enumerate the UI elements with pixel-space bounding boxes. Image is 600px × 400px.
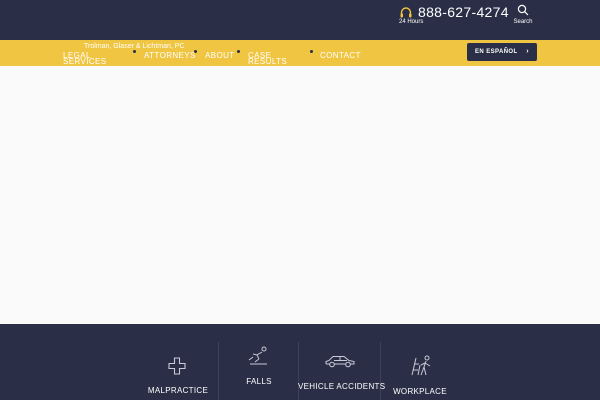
nav-separator-dot xyxy=(133,50,136,53)
firm-logo-text[interactable]: Trolman, Glaser & Lichtman, PC xyxy=(84,43,185,50)
search-icon xyxy=(517,4,529,16)
phone-contact[interactable]: 888-627-4274 24 Hours xyxy=(398,4,508,38)
en-espanol-button[interactable]: EN ESPAÑOL › xyxy=(467,43,537,61)
practice-label-malpractice[interactable]: MALPRACTICE xyxy=(138,386,218,395)
nav-contact[interactable]: Contact xyxy=(320,52,361,60)
workplace-injury-icon xyxy=(411,355,431,376)
car-icon xyxy=(325,356,355,368)
nav-case-results[interactable]: Case Results xyxy=(248,52,288,66)
practice-label-falls[interactable]: FALLS xyxy=(219,377,299,386)
nav-about[interactable]: About xyxy=(205,52,235,60)
chevron-right-icon: › xyxy=(526,48,529,55)
practice-label-workplace[interactable]: WORKPLACE xyxy=(380,387,460,396)
page: 888-627-4274 24 Hours Search Trolman, Gl… xyxy=(0,0,600,400)
search-button[interactable]: Search xyxy=(510,4,536,30)
headset-icon xyxy=(400,7,412,18)
nav-legal-services[interactable]: Legal Services xyxy=(63,52,108,66)
hero-area xyxy=(0,66,600,324)
medical-cross-icon xyxy=(168,357,186,375)
en-espanol-label: EN ESPAÑOL xyxy=(475,49,518,55)
search-label: Search xyxy=(513,19,533,25)
practice-divider xyxy=(298,342,299,400)
practice-label-vehicle-accidents[interactable]: VEHICLE ACCIDENTS xyxy=(298,382,385,391)
nav-attorneys[interactable]: Attorneys xyxy=(144,52,196,60)
phone-number[interactable]: 888-627-4274 xyxy=(418,4,509,20)
falling-person-icon xyxy=(248,346,267,365)
hours-label: 24 Hours xyxy=(399,19,424,25)
nav-separator-dot xyxy=(310,50,313,53)
nav-separator-dot xyxy=(194,50,197,53)
practice-divider xyxy=(218,342,219,400)
nav-separator-dot xyxy=(237,50,240,53)
